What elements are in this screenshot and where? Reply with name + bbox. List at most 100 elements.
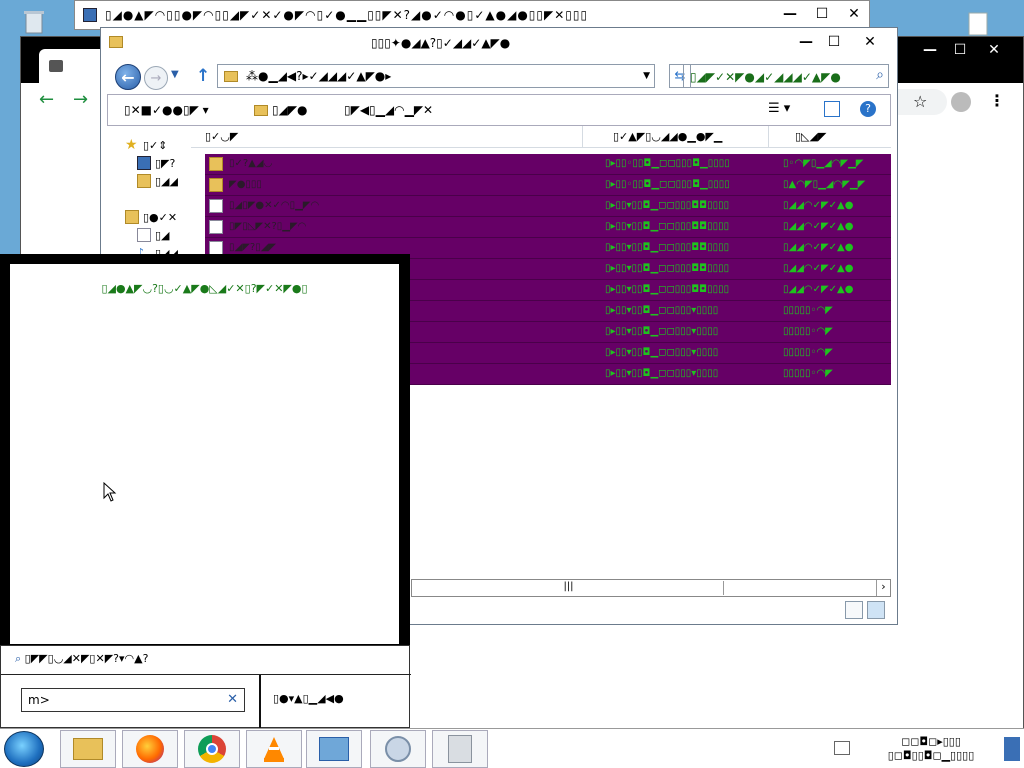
scrollbar-thumb[interactable]: ||| [414,581,724,595]
view-options-icon[interactable]: ☰ ▾ [768,101,790,116]
file-type: ▯◢◢◠✓◤✓▲● [783,242,854,253]
file-date: ▯▸▯▯▾▯▯◘▁◻◻▯▯▯◘◘▯▯▯▯ [605,242,730,253]
file-date: ▯▸▯▯◦▯▯◘▁◻◻▯▯▯◘▁▯▯▯▯ [605,158,730,169]
horizontal-scrollbar[interactable]: ||| › [411,579,891,597]
breadcrumb[interactable]: ⁂●▁◢◀?▸✓◢◢◢✓▲◤●▸ [246,69,391,83]
details-view-icon[interactable] [845,601,863,619]
nav-item-libraries[interactable]: ▯●✓✕ [125,208,177,226]
help-icon[interactable]: ? [860,101,876,117]
kebab-menu-icon[interactable]: ⋮ [989,91,1005,110]
address-dropdown-icon[interactable]: ▼ [643,71,650,81]
launcher-action-label[interactable]: ▯●▾▲▯▁◢◀● [273,692,344,705]
scroll-right-arrow-icon[interactable]: › [876,580,890,596]
window-title: ▯◢●▲◤◠▯▯●◤◠▯▯◢◤✓✕✓●◤◠▯✓●▁▁▯▯◤✕?◢●✓◠●▯✓▲●… [105,8,589,22]
explorer-maximize-button[interactable]: ☐ [819,31,849,53]
bookmark-star-icon[interactable]: ☆ [913,92,927,111]
up-arrow-icon[interactable]: ↑ [196,66,210,86]
omnibox-end[interactable]: ☆ [897,89,947,115]
browser-maximize-button[interactable]: ☐ [945,39,975,61]
nav-label: ▯●✓✕ [143,210,178,224]
clock[interactable]: ◻◻◘◻▸▯▯▯ ▯◻◘▯▯◘◻▁▯▯▯▯ [866,735,996,763]
forward-arrow-icon[interactable]: → [73,89,88,110]
launcher-results: ▯◢●▲◤◡?▯◡✓▲◤●◺◢✓✕▯?◤✓✕◤●▯ [10,264,399,644]
show-desktop-button[interactable] [1004,737,1020,761]
file-type: ▯◢◢◠✓◤✓▲● [783,221,854,232]
background-window[interactable]: ▯◢●▲◤◠▯▯●◤◠▯▯◢◤✓✕✓●◤◠▯✓●▁▁▯▯◤✕?◢●✓◠●▯✓▲●… [74,0,870,30]
file-date: ▯▸▯▯▾▯▯◘▁◻◻▯▯▯◘◘▯▯▯▯ [605,221,730,232]
taskbar-media-icon[interactable] [370,730,426,768]
browser-minimize-button[interactable]: — [915,39,945,61]
star-icon: ★ [125,137,138,153]
file-date: ▯▸▯▯◦▯▯◘▁◻◻▯▯▯◘▁▯▯▯▯ [605,179,730,190]
nav-label: ▯◢◢ [155,174,178,188]
taskbar-control-panel-icon[interactable] [306,730,362,768]
taskbar: ◻◻◘◻▸▯▯▯ ▯◻◘▯▯◘◻▁▯▯▯▯ [0,728,1024,768]
address-folder-icon [224,70,238,82]
file-name: ▯✓?▲◢◡ [229,158,273,169]
nav-item-downloads[interactable]: ▯◢◢ [137,172,178,190]
clear-icon[interactable]: ✕ [227,692,238,707]
new-folder-button[interactable]: ▯◤◀▯▁◢◠▁◤✕ [344,103,433,117]
search-hint[interactable]: ⌕ ▯◤◤▯◡◢✕◤▯✕◤?▾◠▲? [15,652,148,666]
list-item[interactable]: ◤●▯▯▯ ▯▸▯▯◦▯▯◘▁◻◻▯▯▯◘▁▯▯▯▯ ▯▲◠◤▯▁◢◠◤▁◤ [205,175,891,196]
divider [1,674,411,675]
clock-time: ◻◻◘◻▸▯▯▯ [901,735,961,748]
file-date: ▯▸▯▯▾▯▯◘▁◻◻▯▯▯◘◘▯▯▯▯ [605,284,730,295]
explorer-minimize-button[interactable]: — [791,31,821,53]
list-item[interactable]: ▯◢▯◤●✕✓◠▯▁◤◠ ▯▸▯▯▾▯▯◘▁◻◻▯▯▯◘◘▯▯▯▯ ▯◢◢◠✓◤… [205,196,891,217]
history-dropdown-icon[interactable]: ▼ [171,69,179,80]
file-date: ▯▸▯▯▾▯▯◘▁◻◻▯▯▯▾▯▯▯▯ [605,326,719,337]
large-icons-view-icon[interactable] [867,601,885,619]
launcher-search-area: ⌕ ▯◤◤▯◡◢✕◤▯✕◤?▾◠▲? m> ✕ ▯●▾▲▯▁◢◀● [0,645,411,729]
forward-button[interactable]: → [144,66,168,90]
network-icon[interactable] [834,741,850,755]
browser-close-button[interactable]: ✕ [979,39,1009,61]
explorer-titlebar[interactable]: ▯▯▯✦●◢▲?▯✓◢◢✓▲◤● — ☐ ✕ [101,28,897,58]
file-name: ▯◢◤?▯◢◤ [229,242,277,253]
search-input[interactable]: ▯◢◤✓✕◤●◢✓◢◢◢✓▲◤● ⌕ [683,64,889,88]
column-name[interactable]: ▯✓◡◤ [191,126,583,148]
preview-pane-icon[interactable] [824,101,840,117]
close-button[interactable]: ✕ [839,3,869,25]
file-icon [209,199,223,213]
taskbar-explorer-icon[interactable] [60,730,116,768]
search-icon[interactable]: ⌕ [876,67,884,83]
back-button[interactable]: ← [115,64,141,90]
column-type[interactable]: ▯◺◢◤ [781,126,891,148]
profile-avatar-icon[interactable] [951,92,971,112]
desktop-icon [137,156,151,170]
vertical-divider [259,675,261,729]
search-placeholder: ▯◢◤✓✕◤●◢✓◢◢◢✓▲◤● [690,70,841,84]
share-button[interactable]: ▯◢◤● [254,103,308,117]
file-type: ▯▯▯▯▯◦◠◤ [783,326,833,337]
column-date-modified[interactable]: ▯✓▲◤▯◡◢◢●▁●◤▁ [599,126,769,148]
nav-item-documents[interactable]: ▯◢ [137,226,170,244]
launcher-search-input[interactable]: m> ✕ [21,688,245,712]
nav-item-favorites[interactable]: ★ ▯✓⇕ [125,136,168,154]
window-app-icon [83,8,97,22]
search-input-value: m> [28,693,50,707]
taskbar-firefox-icon[interactable] [122,730,178,768]
file-name: ◤●▯▯▯ [229,179,262,190]
file-type: ▯◢◢◠✓◤✓▲● [783,284,854,295]
taskbar-chrome-icon[interactable] [184,730,240,768]
nav-item-desktop[interactable]: ▯◤? [137,154,175,172]
file-name: ▯◢▯◤●✕✓◠▯▁◤◠ [229,200,320,211]
maximize-button[interactable]: ☐ [807,3,837,25]
organize-menu[interactable]: ▯✕■✓●●▯◤ ▾ [124,103,209,117]
explorer-close-button[interactable]: ✕ [855,31,885,53]
minimize-button[interactable]: — [775,3,805,25]
magnifier-icon: ⌕ [15,652,22,665]
back-arrow-icon[interactable]: ← [39,89,54,110]
list-item[interactable]: ▯✓?▲◢◡ ▯▸▯▯◦▯▯◘▁◻◻▯▯▯◘▁▯▯▯▯ ▯◦◠◤▯▁◢◠◤▁◤ [205,154,891,175]
taskbar-archive-icon[interactable] [432,730,488,768]
list-item[interactable]: ▯◤▯◺◤✕?▯▁◤◠ ▯▸▯▯▾▯▯◘▁◻◻▯▯▯◘◘▯▯▯▯ ▯◢◢◠✓◤✓… [205,217,891,238]
taskbar-vlc-icon[interactable] [246,730,302,768]
file-date: ▯▸▯▯▾▯▯◘▁◻◻▯▯▯◘◘▯▯▯▯ [605,200,730,211]
status-bar [401,598,891,622]
library-icon [125,210,139,224]
start-button[interactable] [4,731,44,767]
address-bar[interactable]: ⁂●▁◢◀?▸✓◢◢◢✓▲◤●▸ ▼ [217,64,655,88]
file-type: ▯◦◠◤▯▁◢◠◤▁◤ [783,158,864,169]
nav-label: ▯◤? [155,156,176,170]
